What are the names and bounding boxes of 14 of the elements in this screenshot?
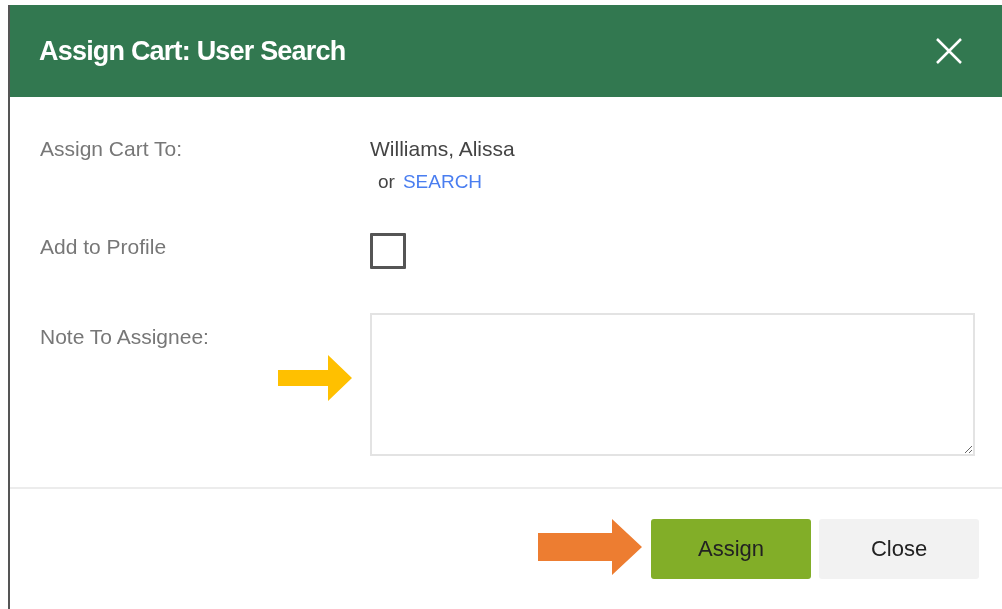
- note-field[interactable]: [370, 313, 975, 456]
- arrow-icon: [538, 519, 642, 575]
- or-text: or: [378, 171, 395, 193]
- arrow-icon: [278, 355, 352, 401]
- close-button[interactable]: Close: [819, 519, 979, 579]
- search-link[interactable]: SEARCH: [402, 171, 483, 193]
- assignee-name: Williams, Alissa: [370, 136, 515, 162]
- field-label: Note To Assignee:: [40, 324, 209, 350]
- assign-button[interactable]: Assign: [651, 519, 811, 579]
- dialog-title: Assign Cart: User Search: [39, 35, 346, 67]
- field-label: Add to Profile: [40, 234, 167, 260]
- add-to-profile-checkbox[interactable]: [370, 233, 406, 269]
- field-label: Assign Cart To:: [40, 136, 182, 162]
- close-icon[interactable]: [934, 36, 964, 66]
